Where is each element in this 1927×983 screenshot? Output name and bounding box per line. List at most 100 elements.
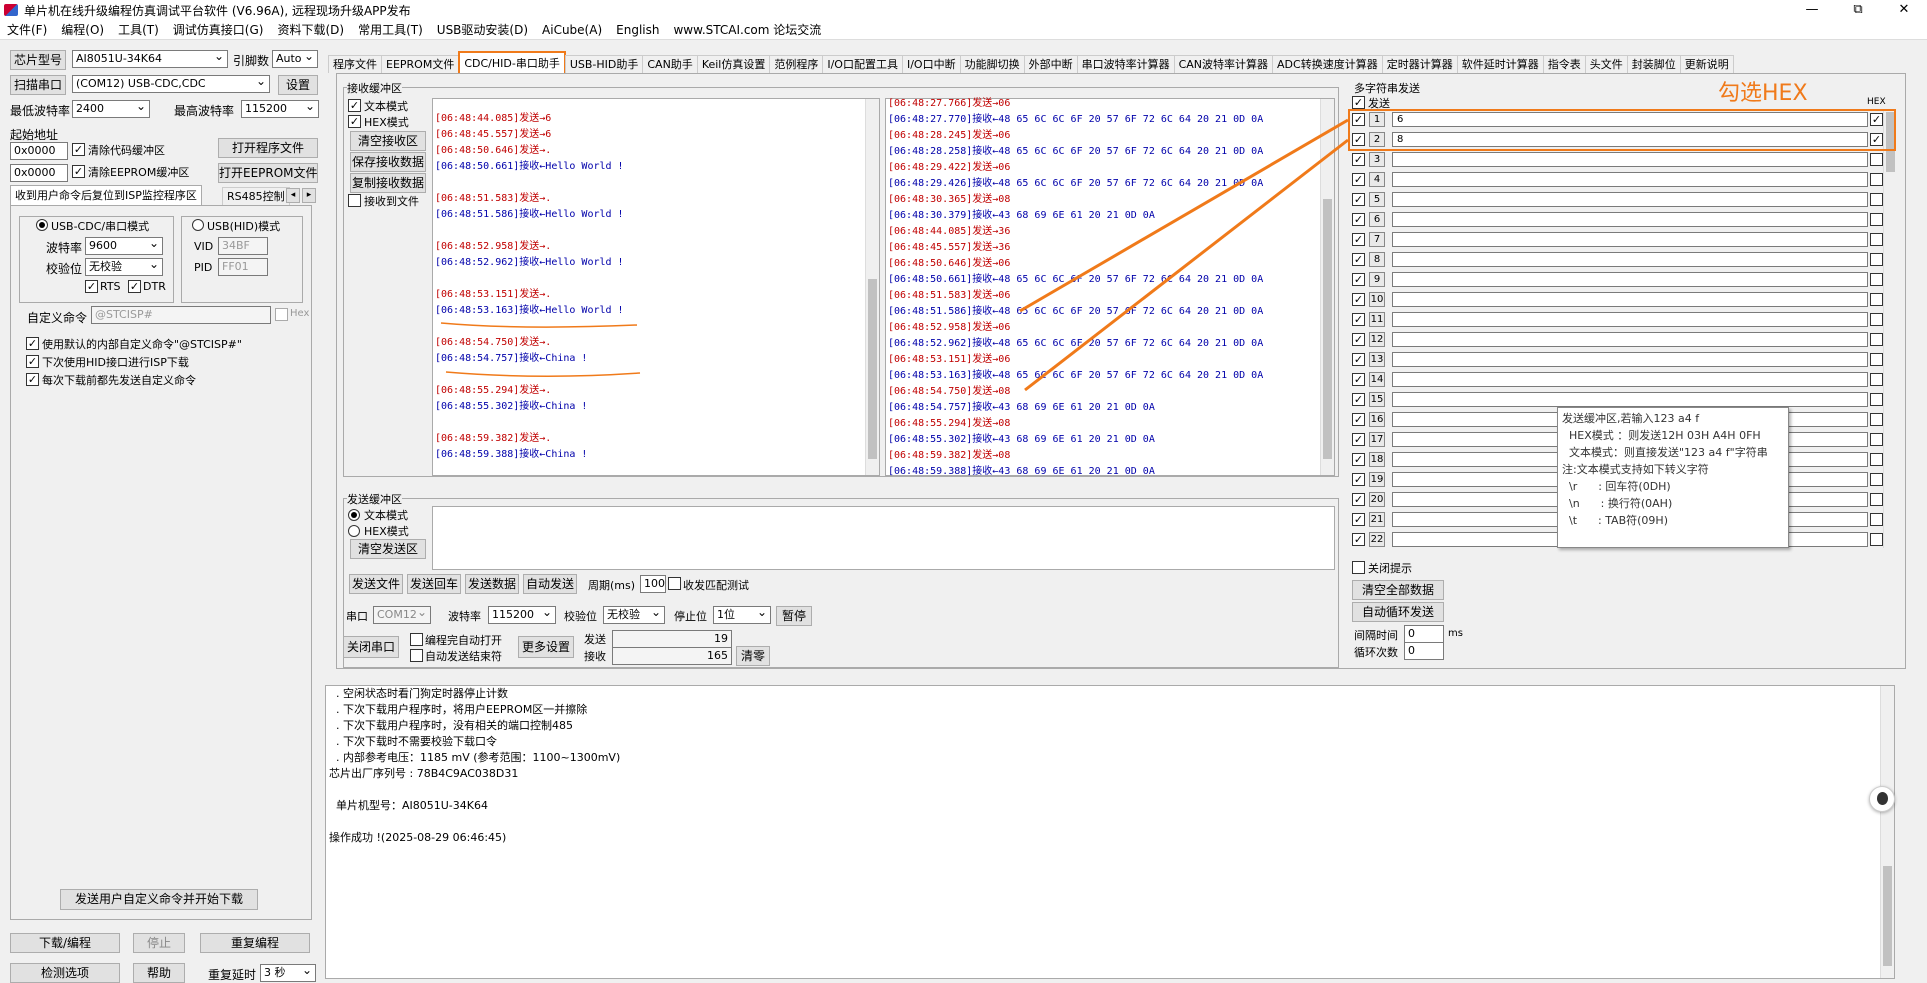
tab-pin-switch[interactable]: 功能脚切换 xyxy=(959,55,1025,73)
tab-isp-reset[interactable]: 收到用户命令后复位到ISP监控程序区 xyxy=(10,185,202,205)
tab-rs485[interactable]: RS485控制 xyxy=(222,187,290,205)
rts-checkbox[interactable] xyxy=(85,280,98,293)
row-send-checkbox[interactable] xyxy=(1352,253,1365,266)
minimize-icon[interactable]: — xyxy=(1789,0,1835,20)
usb-hid-mode-radio[interactable] xyxy=(192,219,204,231)
row-string-input[interactable] xyxy=(1392,372,1868,387)
tab-delay-calc[interactable]: 软件延时计算器 xyxy=(1456,55,1544,73)
status-log-scrollbar[interactable] xyxy=(1880,686,1894,978)
row-send-checkbox[interactable] xyxy=(1352,293,1365,306)
row-send-checkbox[interactable] xyxy=(1352,453,1365,466)
assistant-avatar-icon[interactable] xyxy=(1869,786,1895,812)
row-hex-checkbox[interactable] xyxy=(1870,153,1883,166)
parity-select[interactable]: 无校验 xyxy=(85,258,163,276)
multi-string-scrollbar[interactable] xyxy=(1883,110,1897,548)
row-string-input[interactable] xyxy=(1392,292,1868,307)
row-send-button[interactable]: 4 xyxy=(1369,172,1385,187)
row-send-button[interactable]: 8 xyxy=(1369,252,1385,267)
send-cr-button[interactable]: 发送回车 xyxy=(407,574,461,594)
tab-can-baud-calc[interactable]: CAN波特率计算器 xyxy=(1173,55,1274,73)
row-send-checkbox[interactable] xyxy=(1352,493,1365,506)
row-hex-checkbox[interactable] xyxy=(1870,273,1883,286)
row-send-checkbox[interactable] xyxy=(1352,373,1365,386)
row-send-checkbox[interactable] xyxy=(1352,433,1365,446)
tab-io-interrupt[interactable]: I/O口中断 xyxy=(901,55,961,73)
row-hex-checkbox[interactable] xyxy=(1870,353,1883,366)
row-string-input[interactable] xyxy=(1392,172,1868,187)
row-send-button[interactable]: 15 xyxy=(1369,392,1385,407)
chip-select[interactable]: AI8051U-34K64 xyxy=(72,50,228,68)
row-send-checkbox[interactable] xyxy=(1352,233,1365,246)
row-send-checkbox[interactable] xyxy=(1352,273,1365,286)
row-hex-checkbox[interactable] xyxy=(1870,233,1883,246)
row-hex-checkbox[interactable] xyxy=(1870,433,1883,446)
tab-next-icon[interactable]: ▸ xyxy=(302,188,316,203)
port-select[interactable]: (COM12) USB-CDC,CDC xyxy=(72,75,270,93)
auto-loop-button[interactable]: 自动循环发送 xyxy=(1352,602,1444,622)
tab-examples[interactable]: 范例程序 xyxy=(769,55,824,73)
row-send-checkbox[interactable] xyxy=(1352,413,1365,426)
copy-receive-button[interactable]: 复制接收数据 xyxy=(350,173,426,193)
receive-text-scrollbar[interactable] xyxy=(865,99,879,475)
send-hex-mode-radio[interactable] xyxy=(348,525,360,537)
row-send-button[interactable]: 7 xyxy=(1369,232,1385,247)
row-send-checkbox[interactable] xyxy=(1352,533,1365,546)
auto-end-checkbox[interactable] xyxy=(410,649,423,662)
receive-to-file-checkbox[interactable] xyxy=(348,194,361,207)
row-send-checkbox[interactable] xyxy=(1352,153,1365,166)
match-test-checkbox[interactable] xyxy=(668,577,681,590)
usb-cdc-mode-radio[interactable] xyxy=(36,219,48,231)
row-send-button[interactable]: 6 xyxy=(1369,212,1385,227)
eeprom-addr-input[interactable]: 0x0000 xyxy=(10,164,68,182)
menu-tools[interactable]: 工具(T) xyxy=(111,21,166,38)
row-hex-checkbox[interactable] xyxy=(1870,513,1883,526)
row-string-input[interactable] xyxy=(1392,192,1868,207)
row-send-button[interactable]: 5 xyxy=(1369,192,1385,207)
row-send-button[interactable]: 22 xyxy=(1369,532,1385,547)
tab-changelog[interactable]: 更新说明 xyxy=(1679,55,1734,73)
send-text-mode-radio[interactable] xyxy=(348,509,360,521)
open-program-button[interactable]: 打开程序文件 xyxy=(218,138,318,158)
tab-uart-baud-calc[interactable]: 串口波特率计算器 xyxy=(1076,55,1175,73)
row-hex-checkbox[interactable] xyxy=(1870,193,1883,206)
row-send-checkbox[interactable] xyxy=(1352,213,1365,226)
use-hid-next-checkbox[interactable] xyxy=(26,355,39,368)
row-string-input[interactable] xyxy=(1392,332,1868,347)
scan-port-button[interactable]: 扫描串口 xyxy=(10,75,66,95)
menu-forum[interactable]: www.STCAI.com 论坛交流 xyxy=(666,21,828,38)
pin-select[interactable]: Auto xyxy=(272,50,318,68)
row-hex-checkbox[interactable] xyxy=(1870,333,1883,346)
row-send-button[interactable]: 11 xyxy=(1369,312,1385,327)
tab-headers[interactable]: 头文件 xyxy=(1584,55,1628,73)
tab-package[interactable]: 封装脚位 xyxy=(1626,55,1681,73)
row-hex-checkbox[interactable] xyxy=(1870,313,1883,326)
tab-usb-hid[interactable]: USB-HID助手 xyxy=(564,55,644,73)
close-hint-checkbox[interactable] xyxy=(1352,561,1365,574)
row-send-button[interactable]: 3 xyxy=(1369,152,1385,167)
chip-type-button[interactable]: 芯片型号 xyxy=(10,50,66,70)
tab-ext-interrupt[interactable]: 外部中断 xyxy=(1023,55,1078,73)
send-all-checkbox[interactable] xyxy=(1352,96,1365,109)
menu-program[interactable]: 编程(O) xyxy=(54,21,111,38)
tab-program-file[interactable]: 程序文件 xyxy=(328,55,382,73)
loop-count-input[interactable]: 0 xyxy=(1404,642,1444,660)
row-send-button[interactable]: 17 xyxy=(1369,432,1385,447)
menu-download[interactable]: 资料下载(D) xyxy=(270,21,351,38)
row-string-input[interactable] xyxy=(1392,152,1868,167)
clear-receive-button[interactable]: 清空接收区 xyxy=(350,131,426,151)
row-hex-checkbox[interactable] xyxy=(1870,533,1883,546)
menu-usb-driver[interactable]: USB驱动安装(D) xyxy=(430,21,535,38)
stop-bits-select[interactable]: 1位 xyxy=(713,606,771,624)
row-string-input[interactable] xyxy=(1392,392,1868,407)
tab-io-config[interactable]: I/O口配置工具 xyxy=(822,55,903,73)
send-cmd-before-checkbox[interactable] xyxy=(26,373,39,386)
send-custom-cmd-button[interactable]: 发送用户自定义命令并开始下载 xyxy=(60,889,258,910)
row-send-button[interactable]: 13 xyxy=(1369,352,1385,367)
row-send-checkbox[interactable] xyxy=(1352,313,1365,326)
row-send-button[interactable]: 16 xyxy=(1369,412,1385,427)
row-string-input[interactable] xyxy=(1392,252,1868,267)
pause-button[interactable]: 暂停 xyxy=(776,606,812,626)
close-icon[interactable]: ✕ xyxy=(1881,0,1927,20)
row-hex-checkbox[interactable] xyxy=(1870,293,1883,306)
settings-button[interactable]: 设置 xyxy=(278,75,318,95)
